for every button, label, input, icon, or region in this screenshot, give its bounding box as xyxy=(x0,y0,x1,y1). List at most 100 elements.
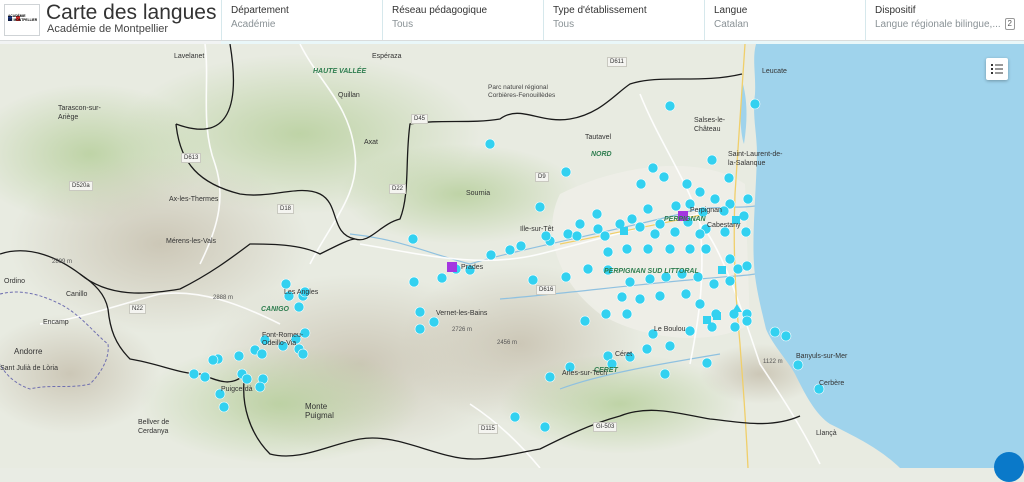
school-marker-square[interactable] xyxy=(718,266,726,274)
school-marker[interactable] xyxy=(654,290,666,302)
school-marker[interactable] xyxy=(544,371,556,383)
school-marker[interactable] xyxy=(515,240,527,252)
school-marker[interactable] xyxy=(724,253,736,265)
school-marker[interactable] xyxy=(484,138,496,150)
school-marker[interactable] xyxy=(560,271,572,283)
school-marker[interactable] xyxy=(414,323,426,335)
school-marker[interactable] xyxy=(621,308,633,320)
school-marker[interactable] xyxy=(241,373,253,385)
school-marker[interactable] xyxy=(738,210,750,222)
filter-reseau[interactable]: Réseau pédagogique Tous xyxy=(382,0,543,40)
school-marker[interactable] xyxy=(407,233,419,245)
school-marker-square[interactable] xyxy=(703,316,711,324)
school-marker[interactable] xyxy=(256,348,268,360)
filter-departement[interactable]: Département Académie xyxy=(221,0,382,40)
school-marker[interactable] xyxy=(780,330,792,342)
school-marker[interactable] xyxy=(749,98,761,110)
school-marker[interactable] xyxy=(582,263,594,275)
school-marker[interactable] xyxy=(664,243,676,255)
legend-button[interactable] xyxy=(986,58,1008,80)
school-marker[interactable] xyxy=(634,293,646,305)
school-marker-square[interactable] xyxy=(713,312,721,320)
school-marker[interactable] xyxy=(534,201,546,213)
school-marker[interactable] xyxy=(694,186,706,198)
school-marker[interactable] xyxy=(684,243,696,255)
school-marker[interactable] xyxy=(428,316,440,328)
school-marker-highlight[interactable] xyxy=(447,262,457,272)
school-marker[interactable] xyxy=(706,154,718,166)
school-marker[interactable] xyxy=(626,213,638,225)
flag-icon xyxy=(8,8,20,21)
school-marker[interactable] xyxy=(207,354,219,366)
school-marker[interactable] xyxy=(621,243,633,255)
school-marker[interactable] xyxy=(642,243,654,255)
school-marker[interactable] xyxy=(670,200,682,212)
school-marker[interactable] xyxy=(485,249,497,261)
school-marker[interactable] xyxy=(280,278,292,290)
school-marker[interactable] xyxy=(293,301,305,313)
school-marker[interactable] xyxy=(560,166,572,178)
school-marker[interactable] xyxy=(616,291,628,303)
school-marker[interactable] xyxy=(649,228,661,240)
school-marker[interactable] xyxy=(792,359,804,371)
school-marker[interactable] xyxy=(602,246,614,258)
school-marker[interactable] xyxy=(694,228,706,240)
school-marker[interactable] xyxy=(742,193,754,205)
school-marker[interactable] xyxy=(740,226,752,238)
school-marker[interactable] xyxy=(233,350,245,362)
school-marker[interactable] xyxy=(254,381,266,393)
school-marker[interactable] xyxy=(709,193,721,205)
school-marker[interactable] xyxy=(641,343,653,355)
map-view[interactable]: Lavelanet Espéraza HAUTE VALLÉE Quillan … xyxy=(0,44,1024,468)
school-marker[interactable] xyxy=(769,326,781,338)
filter-langue[interactable]: Langue Catalan xyxy=(704,0,865,40)
school-marker[interactable] xyxy=(436,272,448,284)
filter-type-etablissement[interactable]: Type d'établissement Tous xyxy=(543,0,704,40)
school-marker[interactable] xyxy=(218,401,230,413)
school-marker[interactable] xyxy=(701,357,713,369)
school-marker[interactable] xyxy=(732,263,744,275)
school-marker[interactable] xyxy=(700,243,712,255)
school-marker[interactable] xyxy=(634,221,646,233)
school-marker[interactable] xyxy=(591,208,603,220)
school-marker[interactable] xyxy=(408,276,420,288)
map-action-button[interactable] xyxy=(994,452,1024,482)
school-marker[interactable] xyxy=(579,315,591,327)
school-marker[interactable] xyxy=(741,260,753,272)
school-marker[interactable] xyxy=(664,340,676,352)
school-marker[interactable] xyxy=(527,274,539,286)
school-marker[interactable] xyxy=(708,278,720,290)
school-marker-square[interactable] xyxy=(620,227,628,235)
school-marker[interactable] xyxy=(539,421,551,433)
school-marker[interactable] xyxy=(297,348,309,360)
school-marker[interactable] xyxy=(658,171,670,183)
school-marker[interactable] xyxy=(599,230,611,242)
school-marker[interactable] xyxy=(509,411,521,423)
school-marker[interactable] xyxy=(723,172,735,184)
school-marker[interactable] xyxy=(664,100,676,112)
school-marker[interactable] xyxy=(729,321,741,333)
school-marker[interactable] xyxy=(199,371,211,383)
school-marker[interactable] xyxy=(741,315,753,327)
school-marker[interactable] xyxy=(669,226,681,238)
school-marker[interactable] xyxy=(600,308,612,320)
school-marker[interactable] xyxy=(414,306,426,318)
school-marker[interactable] xyxy=(680,288,692,300)
school-marker[interactable] xyxy=(684,325,696,337)
logo-wordmark: ACADÉMIE DE MONTPELLIER xyxy=(8,14,37,22)
school-marker[interactable] xyxy=(659,368,671,380)
school-marker[interactable] xyxy=(562,228,574,240)
school-marker[interactable] xyxy=(694,298,706,310)
school-marker[interactable] xyxy=(571,230,583,242)
school-marker[interactable] xyxy=(635,178,647,190)
school-marker[interactable] xyxy=(647,162,659,174)
school-marker[interactable] xyxy=(188,368,200,380)
school-marker[interactable] xyxy=(724,275,736,287)
school-marker[interactable] xyxy=(574,218,586,230)
school-marker[interactable] xyxy=(681,178,693,190)
school-marker[interactable] xyxy=(624,276,636,288)
school-marker[interactable] xyxy=(644,273,656,285)
school-marker[interactable] xyxy=(642,203,654,215)
filter-dispositif[interactable]: Dispositif Langue régionale bilingue,...… xyxy=(865,0,1024,40)
school-marker[interactable] xyxy=(504,244,516,256)
